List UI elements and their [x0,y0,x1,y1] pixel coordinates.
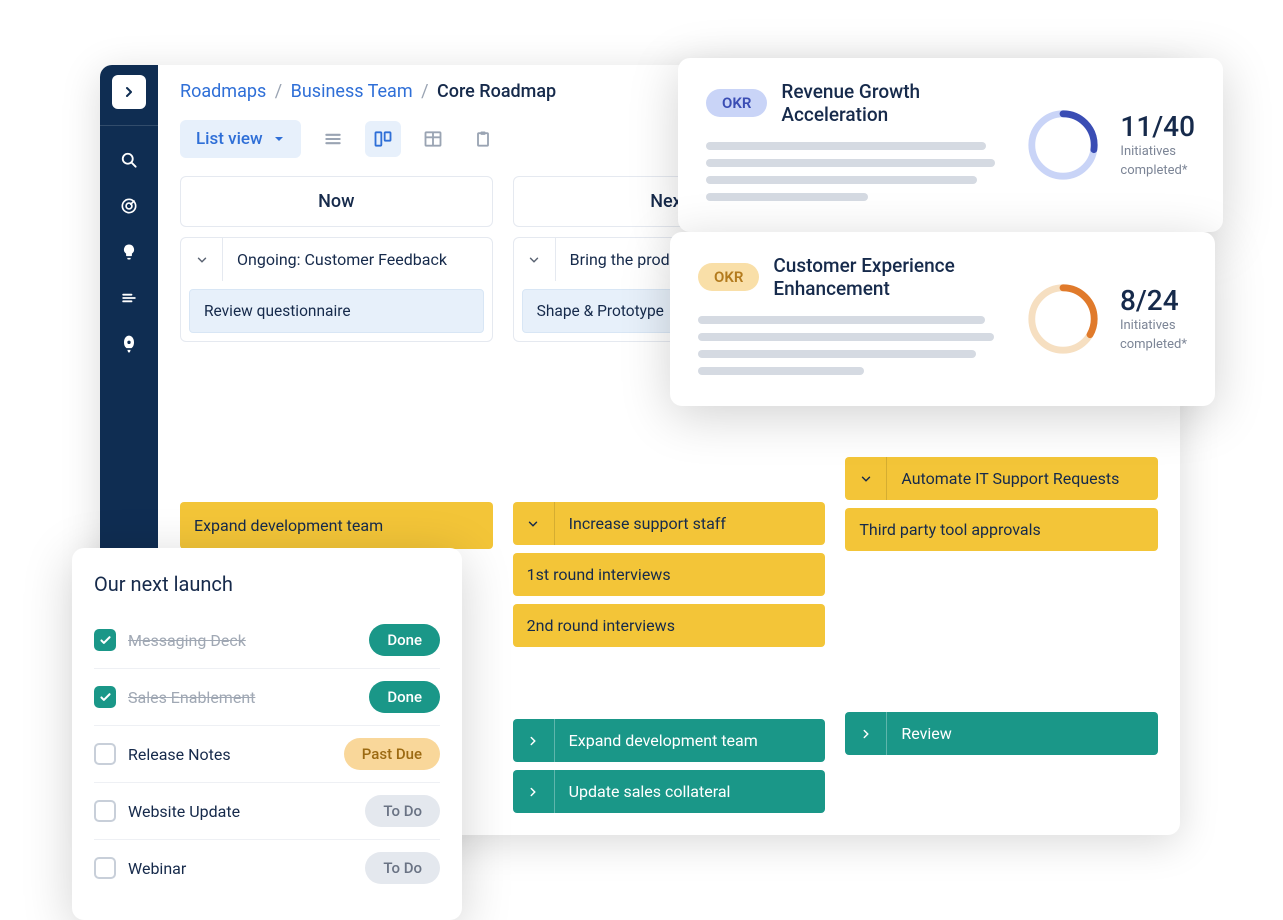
launch-label: Sales Enablement [128,688,357,707]
checkbox[interactable] [94,686,116,708]
okr-title: Customer Experience Enhancement [773,254,1000,300]
okr-card-revenue[interactable]: OKR Revenue Growth Acceleration 11/40 In… [678,58,1223,232]
launch-row: Release Notes Past Due [94,726,440,783]
okr-badge: OKR [706,89,767,117]
card-item-yellow[interactable]: Expand development team [180,502,493,549]
progress-ring [1024,106,1102,184]
view-label: List view [196,129,263,149]
target-icon[interactable] [117,194,141,218]
status-badge: Done [369,624,440,656]
launch-row: Webinar To Do [94,840,440,896]
status-badge: Done [369,681,440,713]
checkbox[interactable] [94,857,116,879]
skeleton-line [706,176,977,184]
rocket-icon[interactable] [117,332,141,356]
card-item[interactable]: 2nd round interviews [513,604,826,647]
card-group-blue: Ongoing: Customer Feedback Review questi… [180,237,493,342]
skeleton-line [698,350,976,358]
launch-label: Webinar [128,859,353,878]
list-view-icon[interactable] [315,121,351,157]
skeleton-line [698,316,985,324]
table-view-icon[interactable] [415,121,451,157]
group-title[interactable]: Automate IT Support Requests [887,457,1158,500]
kanban-view-icon[interactable] [365,121,401,157]
checkbox[interactable] [94,629,116,651]
launch-card: Our next launch Messaging DeckDoneSales … [72,548,462,920]
group-title[interactable]: Review [887,712,1158,755]
chevron-down-icon[interactable] [514,238,556,281]
launch-label: Messaging Deck [128,631,357,650]
chevron-right-icon[interactable] [845,712,887,755]
search-icon[interactable] [117,148,141,172]
skeleton-line [698,333,994,341]
breadcrumb-current: Core Roadmap [437,81,556,102]
list-icon[interactable] [117,286,141,310]
clipboard-icon[interactable] [465,121,501,157]
chevron-down-icon[interactable] [845,457,887,500]
chevron-down-icon[interactable] [181,238,223,281]
launch-title: Our next launch [94,572,440,596]
launch-label: Website Update [128,802,353,821]
status-badge: To Do [365,852,440,884]
card-group-teal: Review [845,712,1158,755]
breadcrumb-root[interactable]: Roadmaps [180,81,266,102]
progress-number: 11/40 [1120,110,1195,143]
checkbox[interactable] [94,800,116,822]
column-header: Now [180,176,493,227]
chevron-right-icon[interactable] [513,770,555,813]
okr-badge: OKR [698,263,759,291]
launch-label: Release Notes [128,745,332,764]
divider [100,125,158,126]
okr-card-experience[interactable]: OKR Customer Experience Enhancement 8/24… [670,232,1215,406]
progress-ring [1024,280,1102,358]
skeleton-line [706,193,868,201]
card-group-yellow: Increase support staff 1st round intervi… [513,502,826,647]
view-selector[interactable]: List view [180,120,301,158]
launch-row: Messaging Deck Done [94,612,440,669]
group-title[interactable]: Ongoing: Customer Feedback [223,238,492,281]
chevron-down-icon[interactable] [513,502,555,545]
card-item[interactable]: Third party tool approvals [845,508,1158,551]
breadcrumb-team[interactable]: Business Team [291,81,413,102]
card-item[interactable]: Review questionnaire [189,289,484,333]
bulb-icon[interactable] [117,240,141,264]
launch-row: Sales Enablement Done [94,669,440,726]
skeleton-line [706,142,986,150]
chevron-right-icon[interactable] [513,719,555,762]
progress-sub: completed* [1120,162,1195,180]
group-title[interactable]: Increase support staff [555,502,826,545]
launch-row: Website Update To Do [94,783,440,840]
card-group-yellow: Automate IT Support Requests Third party… [845,457,1158,551]
status-badge: To Do [365,795,440,827]
card-item[interactable]: 1st round interviews [513,553,826,596]
card-item[interactable]: Update sales collateral [513,770,826,813]
status-badge: Past Due [344,738,440,770]
progress-sub: Initiatives [1120,143,1195,161]
card-item-label: Update sales collateral [555,770,745,813]
skeleton-line [698,367,864,375]
group-title[interactable]: Expand development team [555,719,826,762]
checkbox[interactable] [94,743,116,765]
progress-sub: Initiatives [1120,317,1187,335]
card-group-teal: Expand development team Update sales col… [513,719,826,813]
app-logo[interactable] [112,75,146,109]
okr-title: Revenue Growth Acceleration [781,80,1000,126]
progress-sub: completed* [1120,336,1187,354]
progress-number: 8/24 [1120,284,1187,317]
skeleton-line [706,159,995,167]
